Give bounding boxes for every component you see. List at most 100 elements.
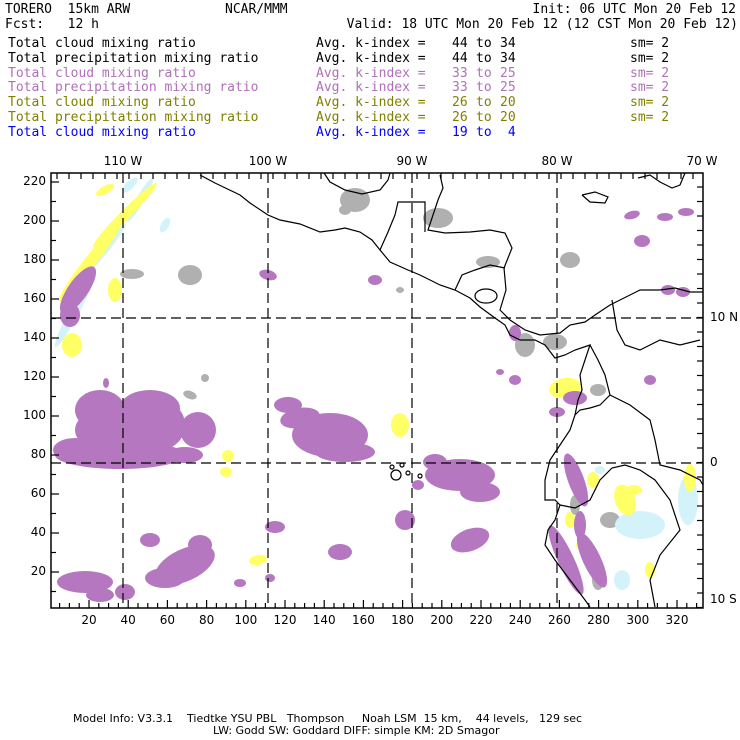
y-tick-label: 100 — [23, 408, 46, 422]
x-tick-label: 240 — [508, 613, 532, 627]
x-tick-label: 160 — [351, 613, 375, 627]
legend-k-index-label: Avg. k-index = — [316, 80, 426, 96]
legend-field-name: Total precipitation mixing ratio — [8, 80, 259, 96]
legend-k-to: 34 — [500, 36, 516, 51]
yellow-mixing-ratio-area — [108, 278, 122, 302]
legend-smoothing: sm= 2 — [630, 36, 670, 51]
purple-mixing-ratio-area — [450, 527, 490, 553]
pacific-coastline — [199, 174, 591, 608]
legend-k-to: 25 — [500, 80, 516, 96]
legend-field-name: Total precipitation mixing ratio — [8, 110, 259, 125]
legend-to: to — [476, 80, 492, 96]
purple-mixing-ratio-area — [140, 533, 160, 547]
purple-mixing-ratio-area — [509, 375, 521, 385]
legend-field-name: Total cloud mixing ratio — [8, 36, 196, 51]
legend-smoothing: sm= 2 — [630, 95, 670, 111]
longitude-label: 90 W — [396, 154, 428, 168]
legend-field-name: Total cloud mixing ratio — [8, 95, 196, 111]
legend-k-from: 44 — [452, 50, 468, 66]
lightblue-mixing-ratio-area — [614, 570, 630, 590]
x-tick-label: 100 — [234, 613, 258, 627]
forecast-hour: Fcst: 12 h — [5, 17, 99, 32]
purple-mixing-ratio-area — [234, 579, 246, 587]
latitude-label: 0 — [710, 455, 718, 469]
model-info-line2: LW: Godd SW: Goddard DIFF: simple KM: 2D… — [213, 724, 500, 737]
gray-mixing-ratio-area — [396, 287, 404, 293]
x-tick-label: 220 — [469, 613, 493, 627]
model-title: TORERO 15km ARW — [5, 2, 131, 17]
x-tick-label: 260 — [547, 613, 571, 627]
y-tick-label: 20 — [30, 564, 46, 578]
purple-mixing-ratio-area — [120, 390, 180, 426]
legend-field-name: Total precipitation mixing ratio — [8, 50, 259, 66]
legend-k-to: 20 — [500, 110, 516, 125]
y-tick-label: 40 — [30, 525, 46, 539]
yellow-mixing-ratio-area — [391, 413, 409, 437]
longitude-label: 70 W — [686, 154, 718, 168]
purple-mixing-ratio-area — [678, 208, 694, 216]
gray-mixing-ratio-area — [560, 252, 580, 268]
y-tick-label: 60 — [30, 486, 46, 500]
latitude-label: 10 S — [710, 592, 737, 606]
legend-field-name: Total cloud mixing ratio — [8, 65, 196, 81]
purple-mixing-ratio-area — [86, 588, 114, 602]
country-borders — [454, 264, 506, 291]
legend-to: to — [476, 50, 492, 66]
x-tick-label: 60 — [159, 613, 176, 627]
galapagos-island — [390, 469, 402, 481]
y-tick-label: 80 — [30, 447, 46, 461]
purple-mixing-ratio-area — [53, 438, 97, 462]
mixing-ratio-fields — [53, 177, 698, 602]
x-tick-label: 140 — [312, 613, 336, 627]
purple-mixing-ratio-area — [75, 390, 125, 430]
purple-mixing-ratio-area — [460, 482, 500, 502]
purple-mixing-ratio-area — [644, 375, 656, 385]
longitude-label: 100 W — [248, 154, 288, 168]
gray-mixing-ratio-area — [339, 205, 351, 215]
purple-mixing-ratio-area — [563, 391, 587, 405]
lightblue-mixing-ratio-area — [595, 466, 605, 474]
legend-k-to: 34 — [500, 50, 516, 66]
gray-mixing-ratio-area — [590, 384, 606, 396]
yellow-mixing-ratio-area — [565, 512, 575, 528]
y-tick-label: 200 — [23, 213, 46, 227]
x-tick-label: 20 — [81, 613, 97, 627]
y-tick-label: 120 — [23, 369, 46, 383]
gray-mixing-ratio-area — [178, 265, 202, 285]
x-tick-label: 120 — [273, 613, 297, 627]
legend-to: to — [476, 36, 492, 51]
gray-mixing-ratio-area — [201, 374, 209, 382]
y-tick-label: 140 — [23, 330, 46, 344]
purple-mixing-ratio-area — [274, 397, 302, 413]
yellow-mixing-ratio-area — [222, 450, 234, 462]
purple-mixing-ratio-area — [657, 213, 673, 221]
x-tick-label: 280 — [587, 613, 611, 627]
legend-k-from: 33 — [452, 80, 468, 96]
purple-mixing-ratio-area — [115, 584, 135, 600]
purple-mixing-ratio-area — [368, 275, 382, 285]
legend-k-index-label: Avg. k-index = — [316, 65, 426, 81]
legend-smoothing: sm= 2 — [630, 65, 670, 81]
yellow-mixing-ratio-area — [626, 485, 642, 495]
legend-k-from: 19 — [452, 124, 468, 140]
yellow-mixing-ratio-area — [684, 464, 696, 492]
yellow-mixing-ratio-area — [96, 183, 114, 197]
legend-k-index-label: Avg. k-index = — [316, 95, 426, 111]
x-tick-label: 300 — [626, 613, 650, 627]
legend-k-from: 26 — [452, 95, 468, 111]
x-tick-label: 180 — [391, 613, 415, 627]
legend-k-index-label: Avg. k-index = — [316, 124, 426, 140]
purple-mixing-ratio-area — [315, 442, 375, 462]
galapagos-island — [417, 473, 423, 479]
purple-mixing-ratio-area — [167, 447, 203, 463]
legend-to: to — [476, 124, 492, 140]
lake-nicaragua — [474, 288, 498, 304]
legend-k-to: 20 — [500, 95, 516, 111]
yellow-mixing-ratio-area — [220, 467, 232, 477]
legend-smoothing: sm= 2 — [630, 50, 670, 66]
legend-k-to: 4 — [500, 124, 516, 140]
purple-mixing-ratio-area — [145, 568, 185, 588]
legend-to: to — [476, 95, 492, 111]
longitude-label: 110 W — [103, 154, 143, 168]
legend-k-index-label: Avg. k-index = — [316, 36, 426, 51]
